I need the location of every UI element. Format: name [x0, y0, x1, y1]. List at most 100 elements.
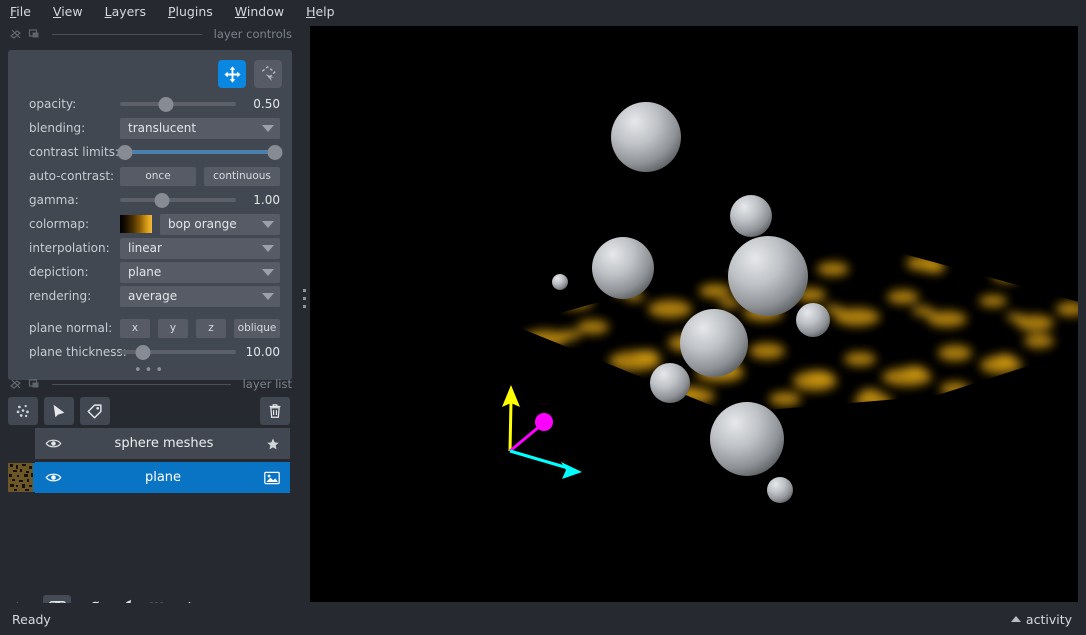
- opacity-value: 0.50: [253, 97, 280, 111]
- plane-thickness-value: 10.00: [245, 345, 280, 359]
- sphere-mesh: [767, 477, 793, 503]
- colormap-combobox[interactable]: bop orange: [160, 213, 280, 235]
- colormap-label: colormap:: [29, 217, 90, 231]
- napari-window: File View Layers Plugins Window Help lay…: [0, 0, 1086, 635]
- menu-view[interactable]: View: [53, 0, 83, 24]
- labels-icon: [87, 404, 102, 419]
- status-bar: Ready activity: [0, 603, 1086, 635]
- layer-list-titlebar: layer list: [0, 374, 300, 394]
- plane-normal-x-button[interactable]: x: [120, 318, 150, 338]
- pan-zoom-icon: [223, 65, 241, 83]
- new-shapes-layer-button[interactable]: [44, 397, 74, 425]
- layer-row[interactable]: plane: [0, 462, 300, 493]
- new-points-layer-button[interactable]: [8, 397, 38, 425]
- rendering-label: rendering:: [29, 289, 92, 303]
- interpolation-label: interpolation:: [29, 241, 110, 255]
- mode-tools: [218, 60, 282, 88]
- gamma-knob[interactable]: [154, 192, 170, 208]
- chevron-down-icon: [262, 220, 274, 228]
- layer-controls-titlebar: layer controls: [0, 24, 300, 44]
- blending-label: blending:: [29, 121, 86, 135]
- points-icon: [16, 404, 29, 418]
- layer-controls-grid: opacity: 0.50 blending: translucent cont…: [8, 92, 292, 364]
- dock-float-icon[interactable]: [28, 28, 40, 40]
- contrast-limits-high-knob[interactable]: [267, 144, 283, 160]
- rendering-value: average: [128, 289, 178, 303]
- menu-window[interactable]: Window: [235, 0, 284, 24]
- transform-tool-button[interactable]: [254, 60, 282, 88]
- chevron-up-icon: [1010, 616, 1021, 622]
- layer-list-title: layer list: [242, 377, 292, 391]
- plane-normal-z-button[interactable]: z: [196, 318, 226, 338]
- auto-contrast-continuous-button[interactable]: continuous: [204, 166, 280, 186]
- opacity-knob[interactable]: [158, 96, 174, 112]
- viewer-canvas[interactable]: [310, 26, 1078, 602]
- plane-thickness-knob[interactable]: [135, 344, 151, 360]
- menu-file[interactable]: File: [10, 0, 31, 24]
- gamma-slider[interactable]: [120, 190, 236, 210]
- sphere-mesh: [728, 236, 808, 316]
- depiction-label: depiction:: [29, 265, 89, 279]
- dock-float-icon[interactable]: [28, 378, 40, 390]
- gamma-track: [120, 198, 236, 202]
- activity-button[interactable]: activity: [1010, 611, 1072, 627]
- layer-controls-panel: opacity: 0.50 blending: translucent cont…: [8, 50, 292, 380]
- sphere-mesh: [680, 309, 748, 377]
- layer-name: sphere meshes: [114, 436, 214, 451]
- rendering-combobox[interactable]: average: [120, 285, 280, 307]
- pan-zoom-tool-button[interactable]: [218, 60, 246, 88]
- auto-contrast-once-button[interactable]: once: [120, 166, 196, 186]
- sphere-mesh: [796, 303, 830, 337]
- layer-row[interactable]: sphere meshes: [0, 428, 300, 459]
- contrast-limits-low-knob[interactable]: [117, 144, 133, 160]
- axis-arrow-z: [535, 413, 553, 431]
- plane-thickness-slider[interactable]: [120, 342, 236, 362]
- dock-close-icon[interactable]: [10, 378, 22, 390]
- interpolation-value: linear: [128, 241, 162, 255]
- layer-row-body[interactable]: plane: [35, 462, 290, 493]
- activity-label: activity: [1025, 611, 1072, 627]
- layer-controls-title: layer controls: [213, 27, 292, 41]
- sphere-mesh: [730, 195, 772, 237]
- plane-normal-oblique-button[interactable]: oblique: [234, 318, 280, 338]
- layer-row-body[interactable]: sphere meshes: [35, 428, 290, 459]
- menu-help[interactable]: Help: [306, 0, 335, 24]
- sphere-mesh: [552, 274, 568, 290]
- opacity-slider[interactable]: [120, 94, 236, 114]
- visibility-eye-icon[interactable]: [45, 437, 62, 450]
- menu-layers[interactable]: Layers: [105, 0, 146, 24]
- depiction-combobox[interactable]: plane: [120, 261, 280, 283]
- status-message: Ready: [12, 611, 51, 627]
- canvas-background: [310, 26, 1078, 602]
- delete-layer-button[interactable]: [260, 397, 290, 425]
- contrast-limits-slider[interactable]: [117, 142, 283, 162]
- splitter-handle[interactable]: [302, 289, 306, 308]
- opacity-track: [120, 102, 236, 106]
- plane-thickness-label: plane thickness:: [29, 345, 127, 359]
- sphere-mesh: [710, 402, 784, 476]
- blending-combobox[interactable]: translucent: [120, 117, 280, 139]
- layer-list-dock: layer list sphere meshes plane: [0, 374, 300, 496]
- transform-icon: [261, 65, 276, 81]
- chevron-down-icon: [262, 244, 274, 252]
- opacity-label: opacity:: [29, 97, 77, 111]
- plane-normal-y-button[interactable]: y: [158, 318, 188, 338]
- layer-list-buttons: [0, 394, 300, 428]
- gamma-label: gamma:: [29, 193, 79, 207]
- titlebar-rule: [52, 33, 202, 35]
- left-dock: layer controls opacity: 0.50 blending: t…: [0, 24, 300, 623]
- chevron-down-icon: [262, 124, 274, 132]
- axis-line-y: [508, 400, 513, 452]
- menu-plugins[interactable]: Plugins: [168, 0, 213, 24]
- visibility-eye-icon[interactable]: [45, 471, 62, 484]
- interpolation-combobox[interactable]: linear: [120, 237, 280, 259]
- dock-canvas-splitter[interactable]: [298, 24, 310, 573]
- trash-icon: [269, 404, 281, 418]
- sphere-mesh: [592, 237, 654, 299]
- layer-name: plane: [144, 470, 182, 485]
- plane-normal-label: plane normal:: [29, 321, 113, 335]
- new-labels-layer-button[interactable]: [80, 397, 110, 425]
- dock-close-icon[interactable]: [10, 28, 22, 40]
